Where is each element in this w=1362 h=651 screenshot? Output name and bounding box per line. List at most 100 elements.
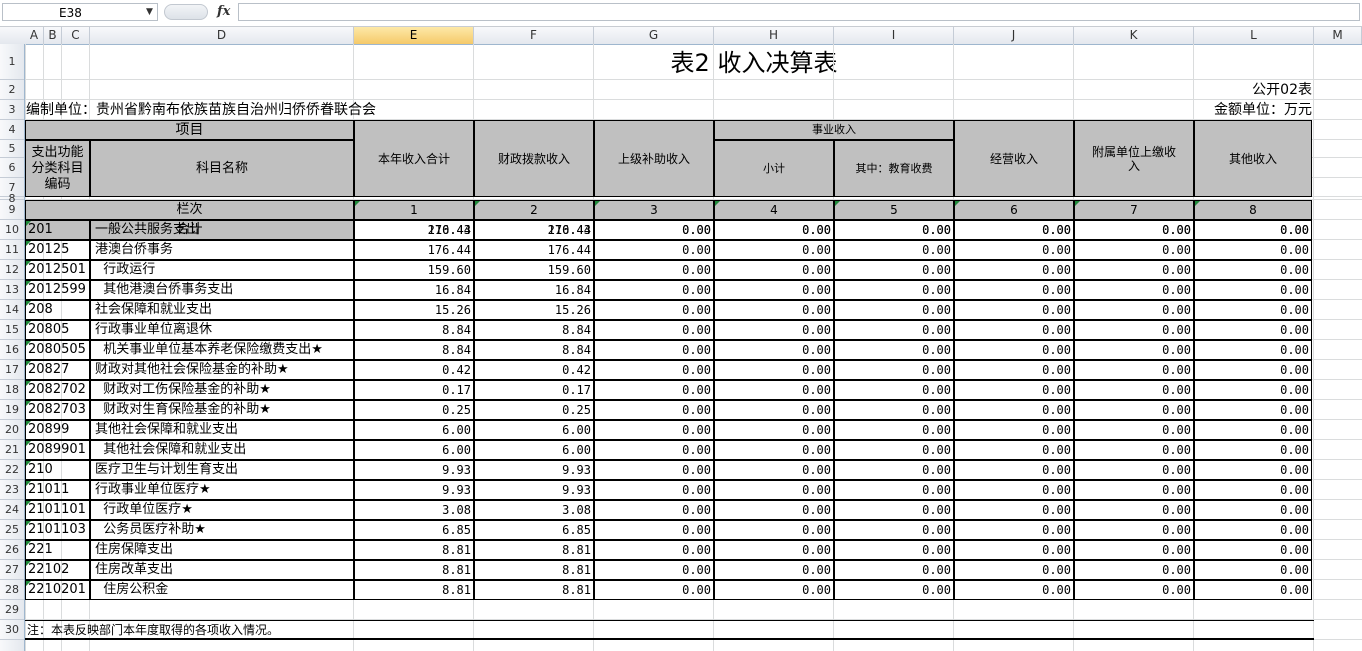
subject-name[interactable]: 住房保障支出 <box>90 540 354 560</box>
value-cell[interactable]: 8.84 <box>354 320 474 340</box>
value-cell[interactable]: 0.00 <box>954 580 1074 600</box>
value-cell[interactable]: 0.00 <box>834 460 954 480</box>
value-cell[interactable]: 0.00 <box>714 580 834 600</box>
subject-code[interactable]: 20899 <box>25 420 90 440</box>
row-header-24[interactable]: 24 <box>0 500 24 520</box>
subject-name[interactable]: 住房改革支出 <box>90 560 354 580</box>
value-cell[interactable]: 0.00 <box>834 560 954 580</box>
value-cell[interactable]: 0.00 <box>594 520 714 540</box>
value-cell[interactable]: 0.25 <box>474 400 594 420</box>
row-header-17[interactable]: 17 <box>0 360 24 380</box>
value-cell[interactable]: 0.00 <box>1194 260 1312 280</box>
subject-code[interactable]: 2012501 <box>25 260 90 280</box>
value-cell[interactable]: 0.00 <box>594 320 714 340</box>
value-cell[interactable]: 16.84 <box>354 280 474 300</box>
col-number[interactable]: 6 <box>954 200 1074 220</box>
value-cell[interactable]: 159.60 <box>474 260 594 280</box>
header-affiliate[interactable]: 附属单位上缴收入 <box>1074 120 1194 197</box>
subject-code[interactable]: 208 <box>25 300 90 320</box>
value-cell[interactable]: 0.00 <box>1194 560 1312 580</box>
column-header-f[interactable]: F <box>474 27 594 44</box>
value-cell[interactable]: 0.00 <box>594 280 714 300</box>
value-cell[interactable]: 0.00 <box>1074 220 1194 240</box>
value-cell[interactable]: 0.25 <box>354 400 474 420</box>
header-edu[interactable]: 其中：教育收费 <box>834 140 954 197</box>
row-header-27[interactable]: 27 <box>0 560 24 580</box>
value-cell[interactable]: 0.00 <box>594 420 714 440</box>
row-header-25[interactable]: 25 <box>0 520 24 540</box>
value-cell[interactable]: 0.17 <box>354 380 474 400</box>
value-cell[interactable]: 0.00 <box>834 360 954 380</box>
col-number[interactable]: 4 <box>714 200 834 220</box>
row-header-19[interactable]: 19 <box>0 400 24 420</box>
header-subject-name[interactable]: 科目名称 <box>90 140 354 197</box>
row-header-6[interactable]: 6 <box>0 158 24 178</box>
header-xiangmu[interactable]: 项目 <box>25 120 354 140</box>
value-cell[interactable]: 0.42 <box>474 360 594 380</box>
subject-code[interactable]: 201 <box>25 220 90 240</box>
value-cell[interactable]: 0.00 <box>1194 540 1312 560</box>
header-shiye[interactable]: 事业收入 <box>714 120 954 140</box>
value-cell[interactable]: 0.00 <box>594 400 714 420</box>
value-cell[interactable]: 0.00 <box>594 360 714 380</box>
row-header-1[interactable]: 1 <box>0 44 24 80</box>
value-cell[interactable]: 0.00 <box>714 540 834 560</box>
subject-name[interactable]: 行政运行 <box>90 260 354 280</box>
value-cell[interactable]: 0.00 <box>714 400 834 420</box>
name-box[interactable]: E38 <box>2 3 158 21</box>
value-cell[interactable]: 15.26 <box>474 300 594 320</box>
value-cell[interactable]: 0.00 <box>1194 500 1312 520</box>
row-header-16[interactable]: 16 <box>0 340 24 360</box>
row-header-29[interactable]: 29 <box>0 600 24 620</box>
row-header-2[interactable]: 2 <box>0 80 24 100</box>
value-cell[interactable]: 8.84 <box>474 320 594 340</box>
value-cell[interactable]: 0.00 <box>1074 460 1194 480</box>
header-total[interactable]: 本年收入合计 <box>354 120 474 197</box>
subject-code[interactable]: 2210201 <box>25 580 90 600</box>
column-header-d[interactable]: D <box>90 27 354 44</box>
header-subtotal[interactable]: 小计 <box>714 140 834 197</box>
subject-name[interactable]: 机关事业单位基本养老保险缴费支出★ <box>90 340 354 360</box>
subject-name[interactable]: 行政单位医疗★ <box>90 500 354 520</box>
table-note[interactable]: 注：本表反映部门本年度取得的各项收入情况。 <box>25 620 1314 640</box>
row-header-23[interactable]: 23 <box>0 480 24 500</box>
header-fiscal[interactable]: 财政拨款收入 <box>474 120 594 197</box>
value-cell[interactable]: 0.00 <box>594 580 714 600</box>
value-cell[interactable]: 0.00 <box>1074 560 1194 580</box>
header-business[interactable]: 经营收入 <box>954 120 1074 197</box>
value-cell[interactable]: 0.00 <box>594 220 714 240</box>
value-cell[interactable]: 0.00 <box>954 360 1074 380</box>
value-cell[interactable]: 0.00 <box>714 420 834 440</box>
value-cell[interactable]: 0.00 <box>1194 520 1312 540</box>
form-code[interactable]: 公开02表 <box>1194 80 1312 100</box>
subject-code[interactable]: 21011 <box>25 480 90 500</box>
value-cell[interactable]: 8.81 <box>474 560 594 580</box>
row-header-20[interactable]: 20 <box>0 420 24 440</box>
row-header-21[interactable]: 21 <box>0 440 24 460</box>
value-cell[interactable]: 0.00 <box>834 300 954 320</box>
value-cell[interactable]: 0.00 <box>1074 540 1194 560</box>
value-cell[interactable]: 0.00 <box>594 560 714 580</box>
column-header-g[interactable]: G <box>594 27 714 44</box>
value-cell[interactable]: 0.00 <box>834 440 954 460</box>
value-cell[interactable]: 0.00 <box>1194 580 1312 600</box>
value-cell[interactable]: 0.00 <box>1074 500 1194 520</box>
value-cell[interactable]: 176.44 <box>354 240 474 260</box>
value-cell[interactable]: 0.00 <box>1074 240 1194 260</box>
value-cell[interactable]: 0.00 <box>594 440 714 460</box>
subject-name[interactable]: 其他港澳台侨事务支出 <box>90 280 354 300</box>
value-cell[interactable]: 0.00 <box>714 440 834 460</box>
value-cell[interactable]: 15.26 <box>354 300 474 320</box>
subject-code[interactable]: 2101101 <box>25 500 90 520</box>
amount-unit[interactable]: 金额单位：万元 <box>1150 100 1312 120</box>
subject-code[interactable]: 221 <box>25 540 90 560</box>
value-cell[interactable]: 0.00 <box>834 240 954 260</box>
value-cell[interactable]: 0.00 <box>714 500 834 520</box>
value-cell[interactable]: 0.00 <box>954 460 1074 480</box>
subject-code[interactable]: 2080505 <box>25 340 90 360</box>
column-header-c[interactable]: C <box>62 27 90 44</box>
value-cell[interactable]: 0.00 <box>954 420 1074 440</box>
value-cell[interactable]: 8.81 <box>354 580 474 600</box>
subject-name[interactable]: 行政事业单位离退休 <box>90 320 354 340</box>
value-cell[interactable]: 0.00 <box>954 260 1074 280</box>
